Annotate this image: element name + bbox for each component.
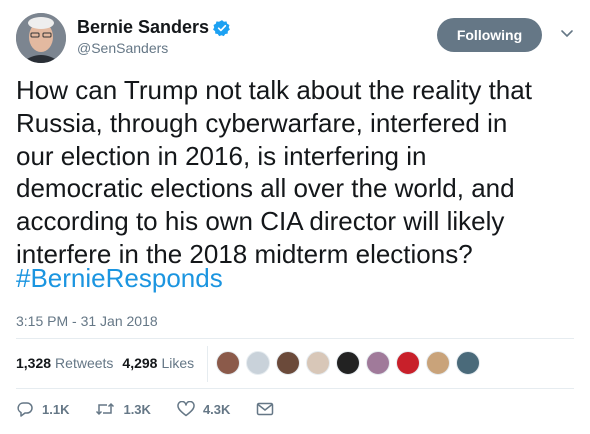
engagement-stats: 1,328 Retweets 4,298 Likes: [16, 355, 203, 371]
like-button[interactable]: 4.3K: [177, 401, 230, 417]
retweets-label: Retweets: [55, 355, 114, 371]
stats-separator: [207, 346, 208, 382]
envelope-icon: [257, 402, 274, 416]
user-handle[interactable]: @SenSanders: [77, 40, 168, 56]
likes-label: Likes: [161, 355, 195, 371]
tweet-timestamp[interactable]: 3:15 PM - 31 Jan 2018: [16, 313, 158, 329]
reply-button[interactable]: 1.1K: [16, 401, 69, 417]
tweet-text: How can Trump not talk about the reality…: [16, 75, 532, 269]
chevron-down-icon[interactable]: [560, 29, 574, 39]
liker-avatar-icon[interactable]: [336, 351, 360, 375]
liker-avatar-icon[interactable]: [426, 351, 450, 375]
retweet-count: 1.3K: [123, 401, 151, 417]
tweet-actions: 1.1K 1.3K 4.3K: [16, 401, 308, 417]
liker-avatar-icon[interactable]: [366, 351, 390, 375]
retweet-icon: [96, 402, 115, 416]
likes-stat[interactable]: 4,298 Likes: [122, 355, 194, 371]
liker-avatars: [216, 351, 486, 375]
following-button[interactable]: Following: [437, 18, 542, 52]
liker-avatar-icon[interactable]: [276, 351, 300, 375]
divider: [16, 388, 574, 389]
liker-avatar-icon[interactable]: [246, 351, 270, 375]
display-name[interactable]: Bernie Sanders: [77, 17, 209, 38]
liker-avatar-icon[interactable]: [456, 351, 480, 375]
like-count: 4.3K: [202, 401, 231, 417]
reply-count: 1.1K: [42, 401, 70, 417]
direct-message-button[interactable]: [256, 402, 282, 416]
reply-icon: [17, 402, 33, 417]
name-row: Bernie Sanders: [77, 17, 231, 38]
liker-avatar-icon[interactable]: [396, 351, 420, 375]
retweet-button[interactable]: 1.3K: [95, 401, 151, 417]
liker-avatar-icon[interactable]: [216, 351, 240, 375]
verified-badge-icon: [213, 19, 230, 36]
hashtag-link[interactable]: #BernieResponds: [16, 262, 223, 295]
bernie-avatar-icon: [16, 13, 66, 63]
liker-avatar-icon[interactable]: [306, 351, 330, 375]
heart-icon: [177, 401, 195, 417]
retweets-count: 1,328: [16, 355, 52, 371]
likes-count: 4,298: [122, 355, 158, 371]
divider: [16, 338, 574, 339]
retweets-stat[interactable]: 1,328 Retweets: [16, 355, 113, 371]
avatar[interactable]: [16, 13, 66, 63]
